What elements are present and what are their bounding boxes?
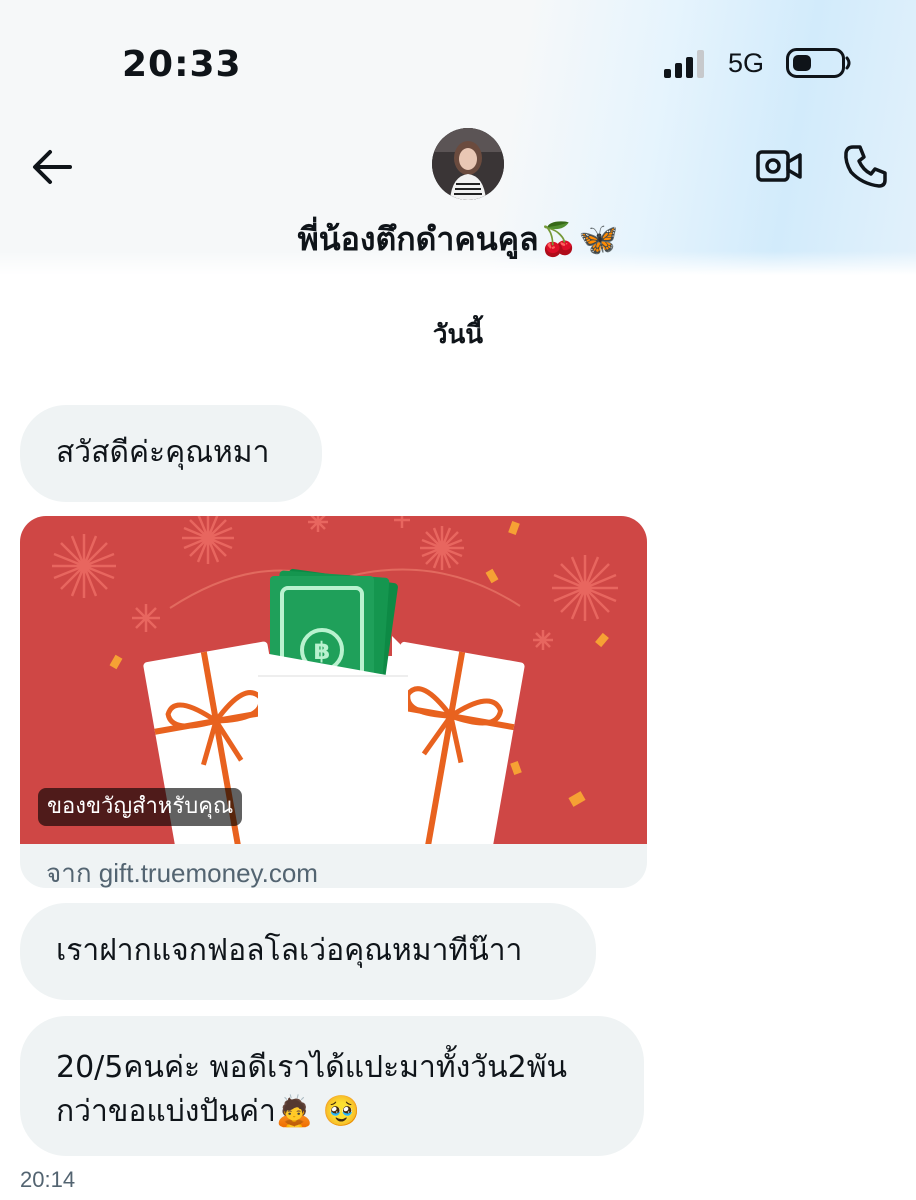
avatar-photo <box>432 128 504 200</box>
message-bubble[interactable]: เราฝากแจกฟอลโลเว่อคุณหมาทีน๊าา <box>20 903 596 1000</box>
svg-text:฿: ฿ <box>314 637 331 665</box>
message-text-line-2: กว่าขอแบ่งปันค่า🙇 🥹 <box>56 1094 361 1129</box>
conversation-header: พี่น้องตึกดำคนคูล🍒🦋 <box>0 120 916 275</box>
gift-badge-label: ของขวัญสำหรับคุณ <box>38 788 243 826</box>
link-source[interactable]: จาก gift.truemoney.com <box>46 853 318 888</box>
gift-link-card[interactable]: ฿ ของขวัญสำหรับคุณ จาก gift.truemoney.co… <box>20 516 647 888</box>
message-bubble[interactable]: 20/5คนค่ะ พอดีเราได้แปะมาทั้งวัน2พัน กว่… <box>20 1016 644 1156</box>
message-text: สวัสดีค่ะคุณหมา <box>56 435 270 470</box>
message-text: เราฝากแจกฟอลโลเว่อคุณหมาทีน๊าา <box>56 933 523 968</box>
status-time: 20:33 <box>122 44 242 85</box>
message-bubble[interactable]: สวัสดีค่ะคุณหมา <box>20 405 322 502</box>
contact-name[interactable]: พี่น้องตึกดำคนคูล🍒🦋 <box>0 214 916 265</box>
video-camera-icon[interactable] <box>754 146 804 186</box>
phone-icon[interactable] <box>842 142 890 190</box>
status-bar: 20:33 5G <box>0 0 916 120</box>
message-text-line-1: 20/5คนค่ะ พอดีเราได้แปะมาทั้งวัน2พัน <box>56 1050 567 1085</box>
network-type: 5G <box>728 48 765 78</box>
gift-card-image[interactable]: ฿ ของขวัญสำหรับคุณ <box>20 516 647 860</box>
cellular-signal-icon <box>664 50 704 78</box>
message-timestamp: 20:14 <box>20 1167 76 1192</box>
battery-low-icon <box>786 48 851 78</box>
date-separator: วันนี้ <box>432 320 484 350</box>
contact-avatar[interactable] <box>432 128 504 200</box>
arrow-left-icon[interactable] <box>28 142 78 192</box>
